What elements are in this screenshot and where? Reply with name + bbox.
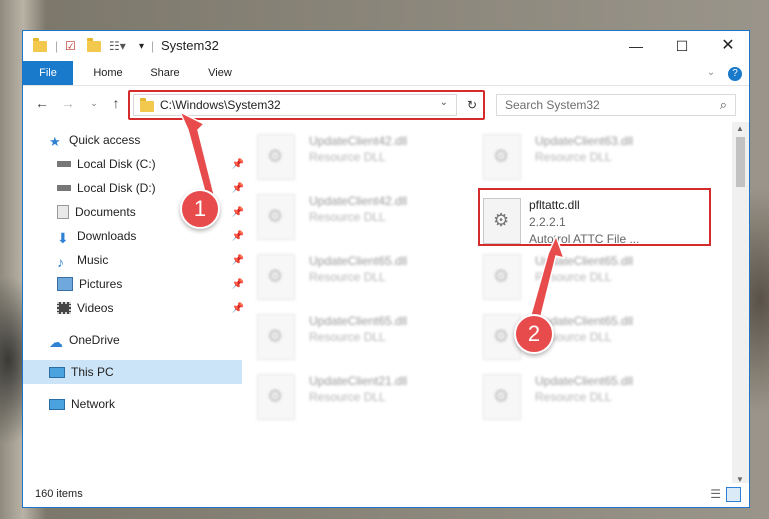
title-bar: | ☑ ☷▾ ▾ | System32 — ☐ ✕ <box>23 31 749 61</box>
list-item[interactable]: UpdateClient65.dllResource DLL <box>257 250 487 306</box>
dll-file-icon <box>483 134 521 180</box>
explorer-window: | ☑ ☷▾ ▾ | System32 — ☐ ✕ File Home Shar… <box>22 30 750 508</box>
list-item[interactable]: UpdateClient42.dllResource DLL <box>257 130 487 186</box>
sidebar-item-network[interactable]: Network <box>23 392 242 416</box>
search-icon[interactable]: ⌕ <box>720 97 727 113</box>
vertical-scrollbar[interactable]: ▲ ▼ <box>732 122 749 486</box>
sidebar-item-music[interactable]: ♪ Music 📌 <box>23 248 250 272</box>
star-icon: ★ <box>49 134 61 149</box>
sidebar-item-pictures[interactable]: Pictures 📌 <box>23 272 250 296</box>
maximize-button[interactable]: ☐ <box>659 31 705 61</box>
list-item[interactable]: UpdateClient65.dllResource DLL <box>257 310 487 366</box>
up-arrow-icon[interactable]: ↑ <box>107 94 125 112</box>
sidebar-item-this-pc[interactable]: This PC <box>23 360 242 384</box>
tab-view[interactable]: View <box>197 61 243 85</box>
list-item[interactable]: UpdateClient42.dllResource DLL <box>257 190 487 246</box>
back-arrow-icon[interactable]: ← <box>33 94 51 112</box>
dll-file-icon <box>257 194 295 240</box>
film-icon <box>57 302 71 314</box>
forward-arrow-icon[interactable]: → <box>59 94 77 112</box>
tab-file[interactable]: File <box>23 61 73 85</box>
sidebar-item-local-disk-c[interactable]: Local Disk (C:) 📌 <box>23 152 250 176</box>
navigation-pane: ★ Quick access Local Disk (C:) 📌 Local D… <box>23 122 244 482</box>
recent-locations-icon[interactable]: ⌄ <box>85 94 103 112</box>
download-arrow-icon: ⬇ <box>57 230 69 246</box>
close-button[interactable]: ✕ <box>705 31 749 61</box>
help-icon[interactable]: ? <box>727 61 743 85</box>
dll-file-icon <box>483 374 521 420</box>
minimize-button[interactable]: — <box>613 31 659 61</box>
drive-icon <box>57 161 71 167</box>
list-item[interactable]: UpdateClient21.dllResource DLL <box>257 370 487 426</box>
tab-share[interactable]: Share <box>141 61 189 85</box>
dll-file-icon <box>257 374 295 420</box>
status-bar: 160 items ☰ <box>23 483 749 507</box>
customize-arrow-icon[interactable]: ▾ <box>139 37 144 55</box>
search-placeholder: Search System32 <box>505 98 600 112</box>
sidebar-item-quick-access[interactable]: ★ Quick access <box>23 128 242 152</box>
file-list: UpdateClient42.dllResource DLL UpdateCli… <box>237 122 734 482</box>
item-count: 160 items <box>35 488 83 500</box>
sidebar-item-onedrive[interactable]: ☁ OneDrive <box>23 328 242 352</box>
new-folder-icon[interactable] <box>87 37 101 55</box>
search-input[interactable]: Search System32 ⌕ <box>496 94 736 116</box>
properties-icon[interactable]: ☑ <box>65 37 76 55</box>
network-icon <box>49 398 65 410</box>
dll-file-icon <box>257 314 295 360</box>
separator: | <box>55 39 59 53</box>
tab-home[interactable]: Home <box>83 61 133 85</box>
music-note-icon: ♪ <box>57 254 64 270</box>
pictures-icon <box>57 277 73 291</box>
window-title: System32 <box>161 38 219 53</box>
dll-file-icon <box>257 134 295 180</box>
tiles-view-icon[interactable] <box>726 487 741 502</box>
computer-icon <box>49 366 65 378</box>
list-item[interactable]: UpdateClient65.dllResource DLL <box>483 250 713 306</box>
documents-icon <box>57 205 69 219</box>
step-2-badge: 2 <box>514 314 554 354</box>
dll-file-icon <box>483 254 521 300</box>
sidebar-item-videos[interactable]: Videos 📌 <box>23 296 250 320</box>
list-item[interactable]: UpdateClient63.dllResource DLL <box>483 130 713 186</box>
dll-file-icon <box>257 254 295 300</box>
ribbon: File Home Share View ⌄ ? <box>23 61 749 86</box>
drive-icon <box>57 185 71 191</box>
address-highlight <box>128 90 485 120</box>
separator: | <box>151 39 155 53</box>
step-1-badge: 1 <box>180 189 220 229</box>
address-row: ← → ⌄ ↑ C:\Windows\System32 ⌄ ↻ Search S… <box>23 86 749 122</box>
target-file-highlight <box>478 188 711 246</box>
cloud-icon: ☁ <box>49 334 63 350</box>
list-item[interactable]: UpdateClient65.dllResource DLL <box>483 370 713 426</box>
folder-icon <box>33 37 47 55</box>
scroll-up-icon[interactable]: ▲ <box>736 124 744 133</box>
sidebar-item-downloads[interactable]: ⬇ Downloads 📌 <box>23 224 250 248</box>
scroll-thumb[interactable] <box>736 137 745 187</box>
view-icon[interactable]: ☷▾ <box>109 37 126 55</box>
expand-ribbon-icon[interactable]: ⌄ <box>703 61 719 85</box>
details-view-icon[interactable]: ☰ <box>710 487 721 501</box>
